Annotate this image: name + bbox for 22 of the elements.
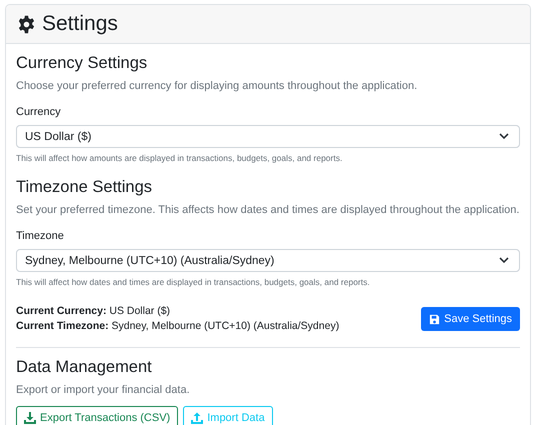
export-button[interactable]: Export Transactions (CSV) [16, 406, 178, 425]
field-label: Currency [16, 106, 62, 119]
chevron-down-icon [499, 257, 509, 264]
field-label: Timezone [16, 230, 65, 243]
download-icon [24, 412, 36, 424]
save-settings-button[interactable]: Save Settings [421, 307, 520, 331]
page-title: Settings [42, 12, 118, 36]
section-heading: Timezone Settings [16, 177, 154, 197]
summary-line: Current Timezone: Sydney, Melbourne (UTC+10) (Australia/Sydney) [16, 319, 340, 334]
help-text: This will affect how amounts are displayed in transactions, budgets, goals, and reports. [16, 153, 344, 164]
select-field[interactable]: Sydney, Melbourne (UTC+10) (Australia/Sydney) [16, 249, 520, 272]
settings-icon [17, 14, 36, 34]
summary-line: Current Currency: US Dollar ($) [16, 304, 172, 319]
section-heading: Currency Settings [16, 53, 148, 73]
help-text: This will affect how dates and times are displayed in transactions, budgets, goals, and reports. [16, 277, 371, 288]
section-description: Export or import your financial data. [16, 383, 191, 397]
section-description: Set your preferred timezone. This affects how dates and times are displayed throughout the application. [16, 203, 520, 217]
upload-icon [191, 412, 204, 424]
chevron-down-icon [499, 133, 509, 140]
section-heading: Data Management [16, 357, 153, 377]
select-field[interactable]: US Dollar ($) [16, 125, 520, 148]
section-description: Choose your preferred currency for displaying amounts throughout the application. [16, 79, 418, 93]
